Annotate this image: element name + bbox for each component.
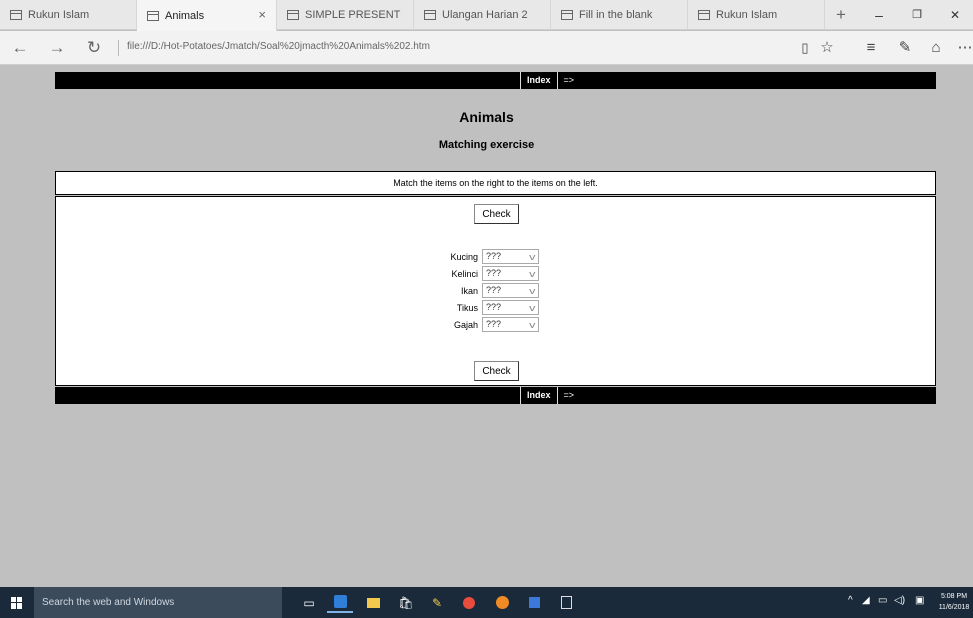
paint-icon[interactable]: ✎ [424, 592, 450, 613]
page-content: Index => Animals Matching exercise Match… [0, 66, 973, 586]
address-bar: ← → ↻ file:///D:/Hot-Potatoes/Jmatch/Soa… [0, 31, 973, 65]
task-view-icon[interactable]: ▭ [296, 592, 322, 613]
match-row-kelinci: Kelinci ??? v [426, 265, 539, 282]
firefox-icon[interactable] [489, 592, 515, 613]
favorite-star-icon[interactable]: ☆ [815, 37, 839, 59]
app-icon[interactable] [456, 592, 482, 613]
page-icon [698, 10, 710, 20]
exercise-box: Check Kucing ??? v Kelinci ??? v Ikan ??… [55, 196, 936, 386]
check-button-top[interactable]: Check [474, 204, 519, 224]
maximize-button[interactable]: ❐ [902, 4, 932, 26]
answer-select[interactable]: ??? v [482, 317, 539, 332]
selected-option: ??? [486, 285, 502, 295]
page-icon [10, 10, 22, 20]
index-link[interactable]: Index [521, 72, 557, 89]
tab-fill-in-the-blank[interactable]: Fill in the blank [551, 0, 688, 30]
selected-option: ??? [486, 319, 502, 329]
selected-option: ??? [486, 268, 502, 278]
web-note-icon[interactable]: ✎ [893, 37, 917, 59]
taskbar-clock[interactable]: 5:08 PM 11/6/2018 [935, 591, 973, 613]
volume-icon[interactable]: ◁) [894, 595, 905, 606]
url-field[interactable]: file:///D:/Hot-Potatoes/Jmatch/Soal%20jm… [127, 41, 430, 52]
page-icon [287, 10, 299, 20]
chevron-down-icon: v [528, 320, 535, 330]
match-item-label: Ikan [460, 285, 478, 296]
calculator-icon[interactable] [553, 592, 579, 613]
more-icon[interactable]: ⋯ [953, 37, 973, 59]
page-icon [424, 10, 436, 20]
page-icon [147, 10, 159, 21]
answer-select[interactable]: ??? v [482, 283, 539, 298]
tab-title: SIMPLE PRESENT [305, 9, 401, 21]
back-arrow-icon[interactable]: ← [8, 36, 32, 60]
next-arrow-link[interactable]: => [556, 387, 581, 404]
match-row-ikan: Ikan ??? v [426, 282, 539, 299]
next-arrow-link[interactable]: => [556, 72, 581, 89]
forward-arrow-icon[interactable]: → [45, 36, 69, 60]
index-link[interactable]: Index [521, 387, 557, 404]
match-row-tikus: Tikus ??? v [426, 299, 539, 316]
media-app-icon[interactable] [521, 592, 547, 613]
hub-icon[interactable]: ≡ [859, 37, 883, 59]
match-item-label: Tikus [456, 302, 478, 313]
answer-select[interactable]: ??? v [482, 300, 539, 315]
answer-select[interactable]: ??? v [482, 266, 539, 281]
windows-logo-icon [11, 596, 23, 609]
page-icon [561, 10, 573, 20]
chevron-down-icon: v [528, 252, 535, 262]
chevron-down-icon: v [528, 269, 535, 279]
refresh-icon[interactable]: ↻ [82, 36, 106, 60]
match-item-label: Kucing [450, 251, 478, 262]
tab-ulangan-harian[interactable]: Ulangan Harian 2 [414, 0, 551, 30]
close-window-button[interactable]: ✕ [940, 4, 970, 26]
tab-title: Rukun Islam [28, 9, 90, 21]
match-item-label: Gajah [453, 319, 478, 330]
notifications-icon[interactable]: ▣ [915, 595, 924, 606]
instructions-box: Match the items on the right to the item… [55, 171, 936, 195]
clock-time: 5:08 PM [940, 593, 968, 600]
bottom-nav-bar: Index => [55, 387, 936, 404]
exercise-subtitle: Matching exercise [438, 139, 535, 151]
share-icon[interactable]: ⌂ [924, 37, 948, 59]
new-tab-button[interactable]: + [827, 4, 855, 26]
reading-view-icon[interactable]: ▯ [793, 37, 817, 59]
match-row-gajah: Gajah ??? v [426, 316, 539, 333]
clock-date: 11/6/2018 [938, 604, 970, 611]
address-separator [118, 40, 119, 56]
tab-simple-present[interactable]: SIMPLE PRESENT [277, 0, 414, 30]
close-tab-icon[interactable]: × [258, 7, 266, 22]
chevron-down-icon: v [528, 303, 535, 313]
exercise-title: Animals [459, 109, 514, 125]
edge-browser-icon[interactable] [327, 592, 353, 613]
chevron-down-icon: v [528, 286, 535, 296]
nav-group: Index => [520, 72, 580, 89]
tab-title: Rukun Islam [716, 9, 778, 21]
file-explorer-icon[interactable] [360, 592, 386, 613]
instructions-text: Match the items on the right to the item… [393, 178, 598, 188]
tray-chevron-icon[interactable]: ^ [848, 595, 853, 606]
selected-option: ??? [486, 302, 502, 312]
top-nav-bar: Index => [55, 72, 936, 89]
nav-group: Index => [520, 387, 580, 404]
tab-title: Animals [165, 9, 205, 22]
tab-rukun-islam[interactable]: Rukun Islam [0, 0, 137, 30]
browser-tab-bar: Rukun Islam Animals × SIMPLE PRESENT Ula… [0, 0, 973, 31]
check-button-bottom[interactable]: Check [474, 361, 519, 381]
battery-icon[interactable]: ▭ [878, 595, 887, 606]
tab-animals[interactable]: Animals × [137, 0, 277, 31]
answer-select[interactable]: ??? v [482, 249, 539, 264]
tab-title: Ulangan Harian 2 [442, 9, 528, 21]
taskbar-search-box[interactable]: Search the web and Windows [34, 587, 282, 618]
windows-taskbar: Search the web and Windows ▭ 🛍 ✎ ^ ◢ ▭ ◁… [0, 587, 973, 618]
network-icon[interactable]: ◢ [862, 595, 870, 606]
match-item-label: Kelinci [451, 268, 478, 279]
minimize-button[interactable]: – [864, 4, 894, 26]
selected-option: ??? [486, 251, 502, 261]
start-button[interactable] [0, 587, 34, 618]
tab-rukun-islam-2[interactable]: Rukun Islam [688, 0, 825, 30]
store-icon[interactable]: 🛍 [393, 592, 419, 613]
match-row-kucing: Kucing ??? v [426, 248, 539, 265]
tab-title: Fill in the blank [579, 9, 653, 21]
